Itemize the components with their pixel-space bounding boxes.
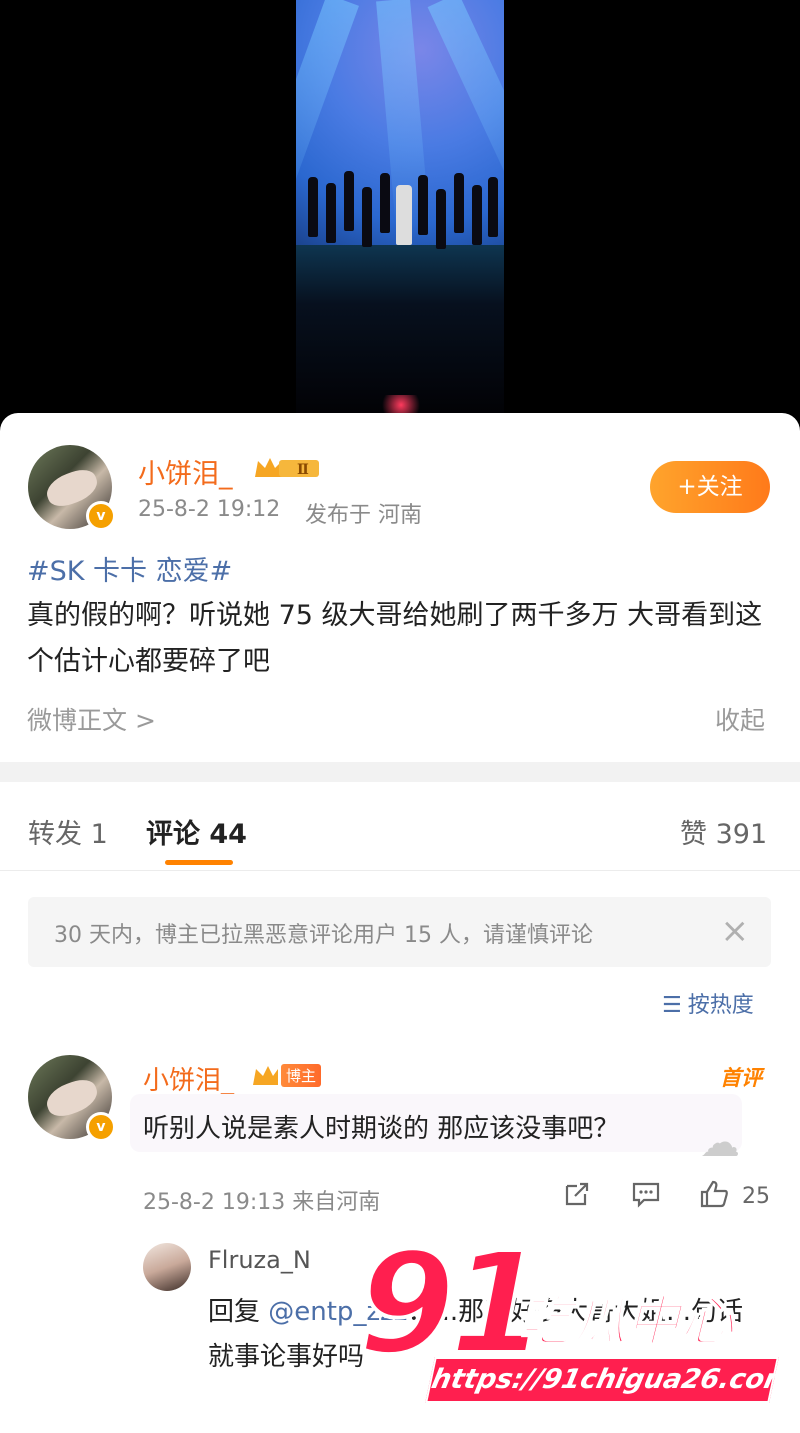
crown-rank-icon: Ⅱ	[255, 458, 319, 478]
verified-badge-icon: v	[86, 501, 116, 531]
reply-comment-icon[interactable]	[630, 1178, 662, 1210]
watermark-name: 吃瓜中心	[517, 1289, 735, 1354]
author-name[interactable]: 小饼泪_	[138, 452, 233, 491]
comment-text: 听别人说是素人时期谈的 那应该没事吧？	[143, 1114, 620, 1144]
close-icon[interactable]: ×	[721, 909, 750, 953]
first-comment-tag: 首评	[720, 1066, 762, 1090]
tab-likes[interactable]: 赞 391	[680, 812, 767, 851]
sort-icon: ☰	[662, 993, 682, 1018]
topic-hashtag[interactable]: #SK 卡卡 恋爱#	[27, 549, 232, 588]
tab-comments[interactable]: 评论 44	[146, 812, 247, 851]
post-location: 发布于 河南	[305, 503, 422, 528]
video-player[interactable]	[0, 0, 800, 420]
post-time: 25-8-2 19:12	[138, 497, 281, 522]
like-count: 25	[742, 1184, 770, 1209]
blogger-tag: 博主	[281, 1064, 322, 1087]
crown-rank-icon	[253, 1066, 278, 1085]
follow-button[interactable]: +关注	[650, 461, 770, 513]
cloud-sticker-icon: ☁	[700, 1120, 740, 1166]
collapse-button[interactable]: 收起	[715, 701, 765, 737]
post-text: 真的假的啊？听说她 75 级大哥给她刷了两千多万 大哥看到这个估计心都要碎了吧	[27, 600, 763, 677]
svg-text:Ⅱ: Ⅱ	[297, 462, 309, 478]
replier-name[interactable]: Flruza_N	[208, 1246, 311, 1274]
watermark-number: 91	[356, 1223, 549, 1386]
blocked-users-notice: 30 天内，博主已拉黑恶意评论用户 15 人，请谨慎评论 ×	[28, 897, 771, 967]
like-thumb-icon[interactable]	[698, 1178, 730, 1210]
interaction-tabs: 转发 1 评论 44 赞 391	[0, 782, 800, 871]
section-divider	[0, 762, 800, 782]
comment-time-location: 25-8-2 19:13 来自河南	[143, 1190, 381, 1215]
active-tab-indicator	[165, 860, 233, 865]
tab-repost[interactable]: 转发 1	[28, 812, 108, 851]
dancers-group	[304, 165, 498, 265]
verified-badge-icon: v	[86, 1112, 116, 1142]
weibo-original-link[interactable]: 微博正文 >	[27, 701, 156, 737]
sort-by-hot-button[interactable]: ☰ 按热度	[662, 987, 754, 1019]
reply-prefix: 回复	[208, 1297, 269, 1327]
sort-label: 按热度	[687, 993, 754, 1018]
share-icon[interactable]	[561, 1178, 593, 1210]
concert-video-frame[interactable]	[296, 0, 504, 415]
site-watermark: 91 吃瓜中心 https://91chigua26.com	[356, 1223, 796, 1425]
notice-text: 30 天内，博主已拉黑恶意评论用户 15 人，请谨慎评论	[54, 923, 593, 948]
replier-avatar[interactable]	[143, 1243, 191, 1291]
commenter-name[interactable]: 小饼泪_	[143, 1060, 234, 1097]
watermark-url: https://91chigua26.com	[425, 1357, 796, 1403]
